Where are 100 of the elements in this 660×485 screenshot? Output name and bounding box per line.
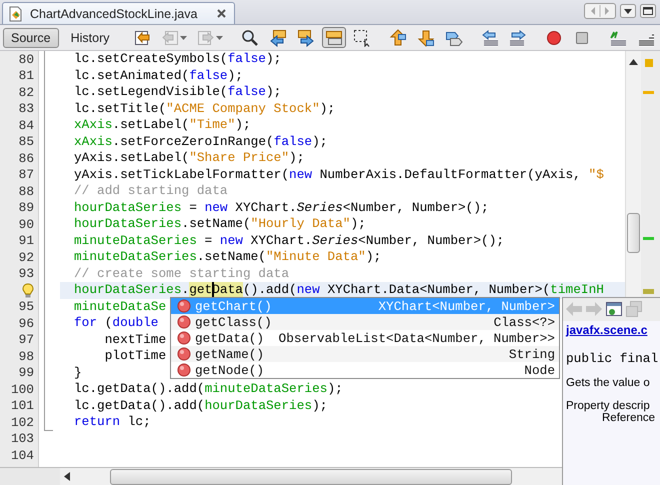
return-type: XYChart<Number, Number> bbox=[378, 298, 555, 314]
code-line: // create some starting data bbox=[74, 266, 290, 282]
code-line: minuteDataSe bbox=[74, 298, 166, 315]
line-number: 101 bbox=[10, 398, 34, 414]
return-type: ObservableList<Data<Number, Number>> bbox=[278, 330, 555, 346]
code-line: yAxis.setLabel("Share Price"); bbox=[74, 150, 304, 166]
line-number: 84 bbox=[18, 118, 34, 133]
method-icon bbox=[177, 315, 191, 329]
return-type: Class<?> bbox=[494, 314, 555, 330]
method-name: getChart() bbox=[195, 298, 272, 314]
editor-tab[interactable]: ChartAdvancedStockLine.java bbox=[2, 2, 236, 24]
code-line: for (double bbox=[74, 315, 158, 332]
page-arrow-icon bbox=[160, 28, 179, 46]
method-icon bbox=[177, 331, 191, 345]
line-number: 102 bbox=[10, 414, 34, 430]
code-line: plotTime bbox=[104, 348, 166, 364]
code-line: yAxis.setTickLabelFormatter(new NumberAxis.DefaultFormatter(yAxis, "$ bbox=[74, 166, 604, 183]
highlight-button[interactable] bbox=[322, 27, 346, 48]
return-type: Node bbox=[524, 362, 555, 378]
caret-icon bbox=[180, 36, 187, 40]
line-number: 86 bbox=[18, 150, 34, 166]
completion-item[interactable]: getData() ObservableList<Data<Number, Number>> bbox=[171, 330, 559, 346]
return-type: String bbox=[508, 346, 555, 362]
code-line: } bbox=[74, 364, 82, 381]
code-line: lc.getData().add(hourDataSeries); bbox=[74, 398, 328, 414]
code-line: lc.setTitle("ACME Company Stock"); bbox=[74, 100, 336, 117]
code-line: nextTime bbox=[104, 332, 166, 348]
line-number: 104 bbox=[10, 448, 34, 463]
line-number: 93 bbox=[18, 266, 34, 282]
method-name: getClass() bbox=[195, 314, 272, 330]
description-text: Gets the value o bbox=[566, 377, 651, 389]
method-icon bbox=[177, 299, 191, 313]
maximize-icon[interactable] bbox=[640, 4, 656, 18]
selection-icon bbox=[352, 28, 371, 46]
line-number: 92 bbox=[18, 250, 34, 265]
class-link[interactable]: javafx.scene.c bbox=[566, 323, 648, 337]
page-arrow-icon bbox=[196, 28, 215, 46]
line-number: 81 bbox=[18, 68, 34, 84]
method-name: getNode() bbox=[195, 362, 264, 378]
line-number: 103 bbox=[10, 431, 34, 446]
code-line: hourDataSeries.setName("Hourly Data"); bbox=[74, 216, 366, 232]
line-number: 87 bbox=[18, 167, 34, 182]
indent-icon bbox=[508, 28, 527, 46]
outdent-icon bbox=[480, 28, 499, 46]
caret-icon bbox=[216, 36, 223, 40]
property-label: Property descrip bbox=[566, 400, 651, 412]
line-number: 95 bbox=[18, 299, 34, 314]
lightbulb-icon[interactable] bbox=[22, 282, 34, 298]
view-tab[interactable]: History bbox=[62, 28, 118, 48]
line-number: 89 bbox=[18, 200, 34, 216]
completion-item[interactable]: getNode() Node bbox=[171, 362, 559, 378]
comment-icon bbox=[608, 28, 627, 46]
tab-title: ChartAdvancedStockLine.java bbox=[30, 6, 198, 20]
code-line: // add starting data bbox=[74, 183, 228, 200]
line-number: 100 bbox=[10, 382, 34, 397]
up-arrow-icon[interactable] bbox=[629, 59, 638, 65]
signature-text: public final bbox=[566, 351, 658, 366]
line-number: 98 bbox=[18, 348, 34, 364]
method-icon bbox=[177, 363, 191, 377]
scroll-thumb[interactable] bbox=[110, 468, 512, 484]
search-icon bbox=[240, 28, 259, 46]
close-icon[interactable] bbox=[217, 9, 226, 18]
highlight-icon bbox=[324, 28, 343, 46]
dropdown-icon[interactable] bbox=[620, 4, 636, 18]
arrow-right-icon bbox=[296, 28, 315, 46]
completion-item[interactable]: getName() String bbox=[171, 346, 559, 362]
method-name: getName() bbox=[195, 346, 264, 362]
code-line: lc.setLegendVisible(false); bbox=[74, 84, 282, 100]
code-line: xAxis.setForceZeroInRange(false); bbox=[74, 134, 328, 150]
line-number: 91 bbox=[18, 233, 34, 248]
code-line: lc.getData().add(minuteDataSeries); bbox=[74, 381, 343, 398]
code-line: minuteDataSeries = new XYChart.Series<Number, Number>(); bbox=[74, 232, 504, 249]
reference-label: Reference bbox=[602, 412, 656, 424]
method-name: getData() bbox=[195, 330, 264, 346]
line-number: 97 bbox=[18, 332, 34, 348]
code-line: xAxis.setLabel("Time"); bbox=[74, 117, 251, 134]
line-number: 80 bbox=[18, 52, 34, 67]
line-number: 90 bbox=[18, 216, 34, 232]
code-line: lc.setAnimated(false); bbox=[74, 68, 243, 84]
left-arrow-icon[interactable] bbox=[64, 472, 70, 481]
line-number: 85 bbox=[18, 134, 34, 150]
code-line: lc.setCreateSymbols(false); bbox=[74, 51, 282, 68]
completion-item[interactable]: getClass() Class<?> bbox=[171, 314, 559, 330]
arrow-left-icon bbox=[268, 28, 287, 46]
line-number: 82 bbox=[18, 84, 34, 100]
code-line: minuteDataSeries.setName("Minute Data"); bbox=[74, 249, 382, 266]
line-number: 83 bbox=[18, 101, 34, 116]
line-number: 99 bbox=[18, 365, 34, 380]
java-file-icon bbox=[8, 6, 24, 22]
record-icon bbox=[544, 28, 563, 46]
method-icon bbox=[177, 347, 191, 361]
up-arrow-icon bbox=[388, 28, 407, 46]
scroll-thumb[interactable] bbox=[627, 213, 640, 253]
code-line: return lc; bbox=[74, 414, 151, 430]
view-tab[interactable]: Source bbox=[3, 28, 59, 48]
line-number: 96 bbox=[18, 316, 34, 331]
code-line: hourDataSeries = new XYChart.Series<Number, Number>(); bbox=[74, 200, 489, 216]
line-number: 88 bbox=[18, 184, 34, 199]
browser-window-icon[interactable] bbox=[605, 300, 623, 318]
down-arrow-icon bbox=[416, 28, 435, 46]
